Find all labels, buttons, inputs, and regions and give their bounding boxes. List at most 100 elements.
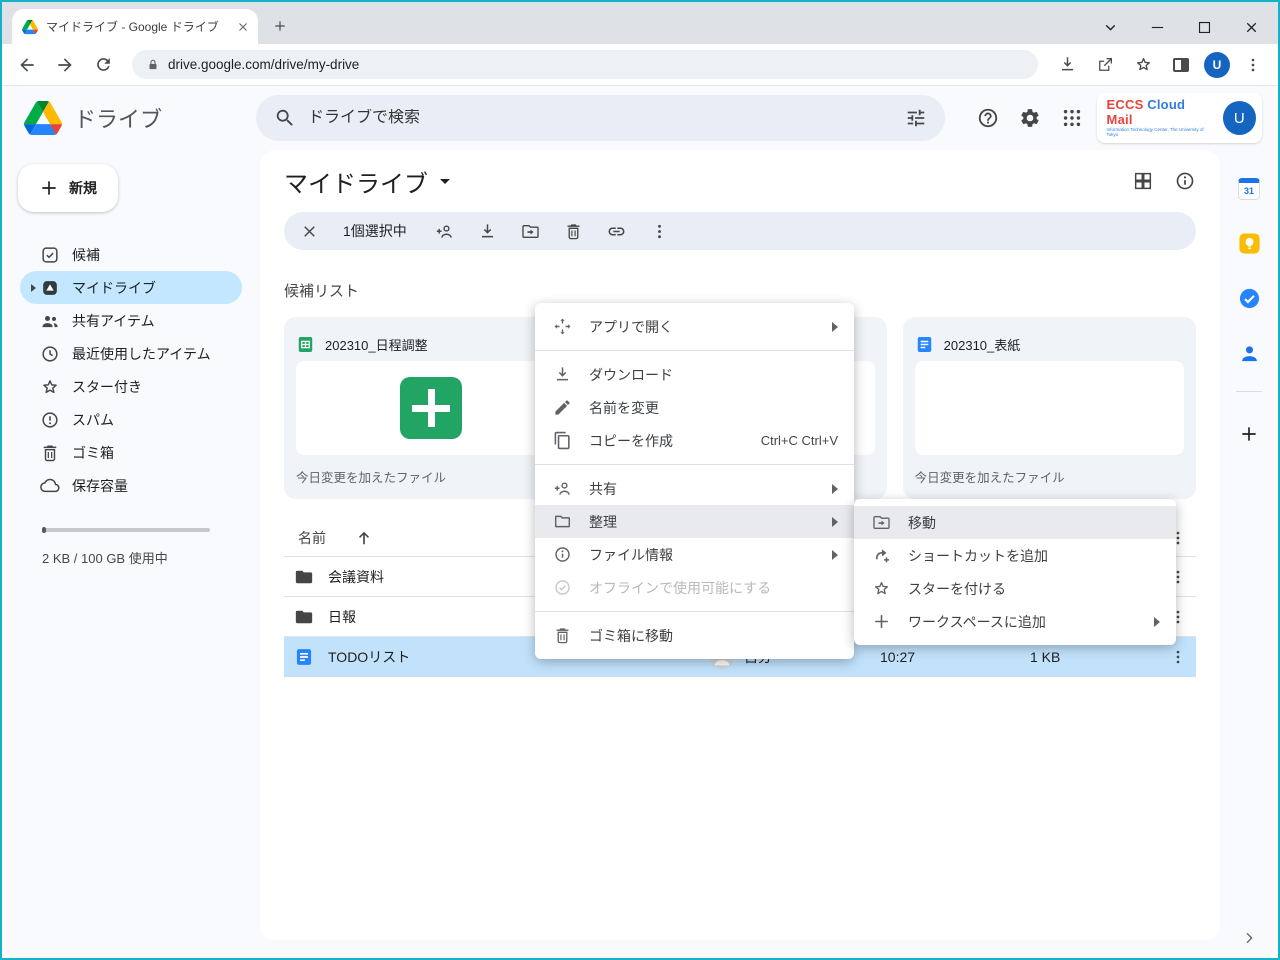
grid-view-icon[interactable]: [1132, 170, 1154, 192]
info-icon: [553, 545, 572, 564]
name-column-header[interactable]: 名前: [298, 528, 326, 548]
sidebar-item-suggested[interactable]: 候補: [20, 238, 242, 271]
sidebar-item-my-drive[interactable]: マイドライブ: [20, 271, 242, 304]
title-dropdown-icon[interactable]: [440, 179, 450, 184]
menu-item-move-to-trash[interactable]: ゴミ箱に移動: [535, 619, 854, 652]
browser-menu-kebab-icon[interactable]: [1238, 50, 1268, 80]
forward-button[interactable]: [50, 50, 80, 80]
new-button[interactable]: 新規: [18, 164, 118, 212]
tab-close-icon[interactable]: [236, 20, 250, 34]
context-menu: アプリで開く ダウンロード 名前を変更 コピーを作成 Ctrl+C Ctrl+V…: [535, 303, 854, 659]
sidebar-item-label: スター付き: [72, 377, 142, 397]
download-icon[interactable]: [478, 222, 497, 241]
sidebar-item-label: 保存容量: [72, 476, 128, 496]
close-icon[interactable]: [1243, 19, 1260, 36]
add-shortcut-icon: [872, 546, 891, 565]
browser-window: マイドライブ - Google ドライブ drive.google.com/dr…: [0, 0, 1280, 960]
sort-ascending-icon[interactable]: [354, 528, 374, 548]
browser-tab[interactable]: マイドライブ - Google ドライブ: [12, 9, 258, 44]
submenu-arrow-icon: [832, 484, 838, 494]
submenu-item-add-star[interactable]: スターを付ける: [854, 572, 1176, 605]
address-bar[interactable]: drive.google.com/drive/my-drive: [132, 50, 1038, 79]
menu-item-file-info[interactable]: ファイル情報: [535, 538, 854, 571]
new-tab-button[interactable]: [266, 12, 294, 40]
menu-label: オフラインで使用可能にする: [589, 578, 771, 598]
more-actions-kebab-icon[interactable]: [650, 222, 669, 241]
tab-search-chevron-icon[interactable]: [1102, 19, 1119, 36]
file-card-schedule[interactable]: 202310_日程調整 今日変更を加えたファイル: [284, 317, 577, 499]
calendar-day-label: 31: [1244, 186, 1254, 196]
my-drive-icon: [40, 278, 60, 298]
plus-icon: [872, 612, 891, 631]
download-page-button[interactable]: [1052, 50, 1082, 80]
cloud-icon: [40, 476, 60, 496]
sidebar-item-label: 最近使用したアイテム: [72, 344, 211, 364]
expand-caret-icon[interactable]: [31, 284, 36, 292]
sidebar-item-storage[interactable]: 保存容量: [20, 469, 242, 502]
keep-icon[interactable]: [1238, 232, 1261, 255]
menu-label: ショートカットを追加: [908, 546, 1048, 566]
trash-icon[interactable]: [564, 222, 583, 241]
reload-button[interactable]: [88, 50, 118, 80]
sidebar-item-trash[interactable]: ゴミ箱: [20, 436, 242, 469]
file-card-cover-page[interactable]: 202310_表紙 今日変更を加えたファイル: [903, 317, 1196, 499]
browser-profile-avatar[interactable]: U: [1204, 52, 1230, 78]
card-thumbnail: [915, 361, 1184, 455]
share-button[interactable]: [1090, 50, 1120, 80]
search-bar[interactable]: [256, 95, 945, 141]
account-badge[interactable]: ECCS Cloud Mail Information Technology C…: [1097, 93, 1262, 142]
row-kebab[interactable]: [1160, 648, 1196, 666]
tab-title: マイドライブ - Google ドライブ: [46, 18, 228, 35]
card-title: 202310_日程調整: [325, 335, 428, 354]
menu-label: ワークスペースに追加: [908, 612, 1046, 632]
details-info-icon[interactable]: [1174, 170, 1196, 192]
search-input[interactable]: [308, 109, 893, 127]
menu-item-make-copy[interactable]: コピーを作成 Ctrl+C Ctrl+V: [535, 424, 854, 457]
sidebar-item-shared[interactable]: 共有アイテム: [20, 304, 242, 337]
clear-selection-icon[interactable]: [300, 222, 319, 241]
menu-item-share[interactable]: 共有: [535, 472, 854, 505]
maximize-icon[interactable]: [1196, 19, 1213, 36]
menu-label: ダウンロード: [589, 365, 673, 385]
badge-word-3: Mail: [1107, 112, 1133, 127]
sidebar-item-spam[interactable]: スパム: [20, 403, 242, 436]
calendar-icon[interactable]: 31: [1238, 178, 1260, 200]
account-avatar[interactable]: U: [1223, 101, 1256, 135]
tasks-icon[interactable]: [1238, 287, 1261, 310]
search-options-icon[interactable]: [905, 107, 927, 129]
submenu-item-add-to-workspace[interactable]: ワークスペースに追加: [854, 605, 1176, 638]
submenu-item-add-shortcut[interactable]: ショートカットを追加: [854, 539, 1176, 572]
badge-word-2: Cloud: [1147, 97, 1185, 112]
suggestions-heading: 候補リスト: [284, 280, 1196, 301]
hide-side-panel-chevron-icon[interactable]: [1241, 930, 1257, 946]
apps-grid-icon[interactable]: [1061, 107, 1083, 129]
share-person-add-icon[interactable]: [435, 222, 454, 241]
bookmark-star-icon[interactable]: [1128, 50, 1158, 80]
submenu-item-move[interactable]: 移動: [854, 506, 1176, 539]
help-icon[interactable]: [977, 107, 999, 129]
menu-label: 共有: [589, 479, 617, 499]
sidebar-item-starred[interactable]: スター付き: [20, 370, 242, 403]
menu-item-organize[interactable]: 整理: [535, 505, 854, 538]
strip-divider: [1236, 391, 1262, 392]
organize-submenu: 移動 ショートカットを追加 スターを付ける ワークスペースに追加: [854, 499, 1176, 645]
contacts-icon[interactable]: [1238, 342, 1261, 365]
file-size: 1 KB: [1030, 649, 1160, 665]
sidebar-item-recent[interactable]: 最近使用したアイテム: [20, 337, 242, 370]
menu-item-open-with[interactable]: アプリで開く: [535, 310, 854, 343]
menu-divider: [535, 350, 854, 351]
drive-favicon: [22, 19, 38, 35]
add-addon-plus-icon[interactable]: [1239, 424, 1259, 444]
menu-item-download[interactable]: ダウンロード: [535, 358, 854, 391]
back-button[interactable]: [12, 50, 42, 80]
side-panel-button[interactable]: [1166, 50, 1196, 80]
gear-icon[interactable]: [1019, 107, 1041, 129]
page-title[interactable]: マイドライブ: [284, 164, 428, 199]
url-text: drive.google.com/drive/my-drive: [168, 57, 359, 72]
offline-check-icon: [553, 578, 572, 597]
move-to-folder-icon[interactable]: [521, 222, 540, 241]
copy-link-icon[interactable]: [607, 222, 626, 241]
minimize-icon[interactable]: [1149, 19, 1166, 36]
menu-label: ファイル情報: [589, 545, 673, 565]
menu-item-rename[interactable]: 名前を変更: [535, 391, 854, 424]
